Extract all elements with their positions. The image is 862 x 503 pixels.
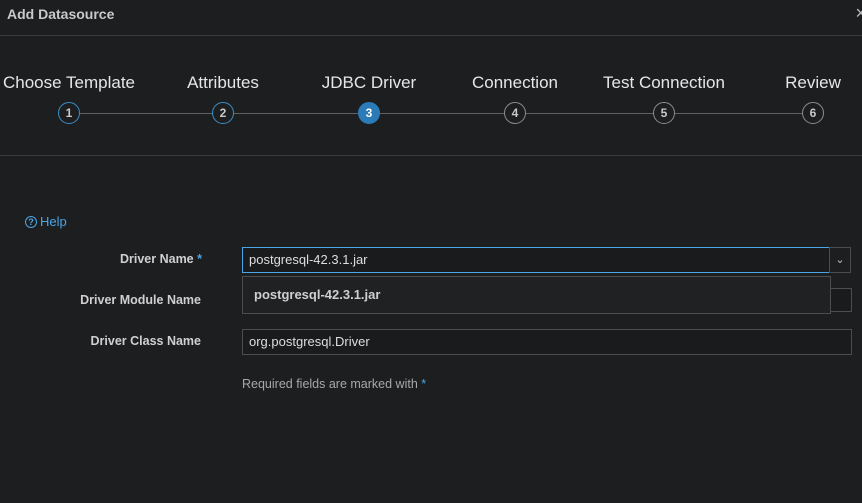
driver-module-label: Driver Module Name: [80, 293, 201, 307]
help-label: Help: [40, 214, 67, 229]
dialog-header: Add Datasource ×: [0, 0, 862, 36]
required-fields-note: Required fields are marked with *: [242, 377, 426, 391]
step-number: 4: [504, 102, 526, 124]
driver-name-option[interactable]: postgresql-42.3.1.jar: [242, 276, 831, 314]
required-star: *: [421, 377, 427, 391]
step-label: Attributes: [187, 73, 259, 92]
step-number: 1: [58, 102, 80, 124]
step-label: Connection: [471, 73, 558, 92]
help-link[interactable]: ? Help: [25, 214, 67, 229]
close-icon[interactable]: ×: [855, 3, 862, 24]
driver-name-label: Driver Name *: [2, 252, 202, 266]
driver-name-input[interactable]: postgresql-42.3.1.jar: [242, 247, 830, 273]
driver-name-label-text: Driver Name: [119, 252, 194, 266]
driver-class-label: Driver Class Name: [90, 334, 201, 348]
dialog-title: Add Datasource: [7, 6, 115, 22]
step-label: Choose Template: [3, 73, 135, 92]
driver-class-input[interactable]: org.postgresql.Driver: [242, 329, 852, 355]
step-number: 5: [653, 102, 675, 124]
required-note-text: Required fields are marked with: [242, 377, 418, 391]
step-label: Review: [785, 73, 841, 92]
step-number: 6: [802, 102, 824, 124]
step-label: Test Connection: [603, 73, 725, 92]
step-connector-line: [69, 113, 813, 114]
chevron-down-icon[interactable]: ⌄: [829, 247, 851, 273]
wizard-steps: Choose Template 1 Attributes 2 JDBC Driv…: [0, 36, 862, 156]
step-number: 3: [358, 102, 380, 124]
step-number: 2: [212, 102, 234, 124]
step-label: JDBC Driver: [321, 73, 417, 92]
question-circle-icon: ?: [25, 215, 37, 228]
required-star: *: [197, 252, 202, 266]
